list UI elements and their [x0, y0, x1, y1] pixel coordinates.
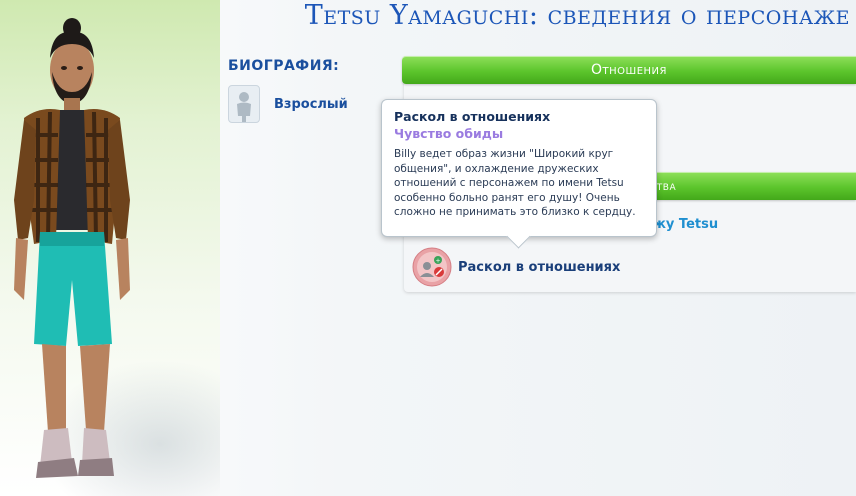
- svg-text:+: +: [435, 258, 440, 265]
- sim-character-figure: [14, 18, 130, 478]
- tooltip-body: Billy ведет образ жизни "Широкий круг об…: [394, 148, 636, 218]
- moodlet-tooltip: Раскол в отношениях Чувство обиды Billy …: [381, 99, 657, 249]
- tooltip-title: Раскол в отношениях: [394, 109, 551, 124]
- adult-silhouette-icon: [228, 85, 260, 123]
- age-label: Взрослый: [274, 96, 348, 112]
- page-title: Tetsu Yamaguchi: сведения о персонаже: [304, 0, 850, 31]
- tab-relationships[interactable]: Отношения: [402, 56, 856, 84]
- moodlet-label: Раскол в отношениях: [458, 259, 621, 275]
- tooltip-subtitle: Чувство обиды: [394, 126, 504, 141]
- broken-friendship-icon: +: [412, 247, 452, 287]
- age-row[interactable]: Взрослый: [228, 85, 348, 123]
- character-panel: [0, 0, 220, 496]
- biography-label: БИОГРАФИЯ:: [228, 58, 340, 74]
- moodlet-item[interactable]: + Раскол в отношениях: [412, 247, 620, 287]
- properties-sim-link[interactable]: жу Tetsu: [653, 217, 718, 232]
